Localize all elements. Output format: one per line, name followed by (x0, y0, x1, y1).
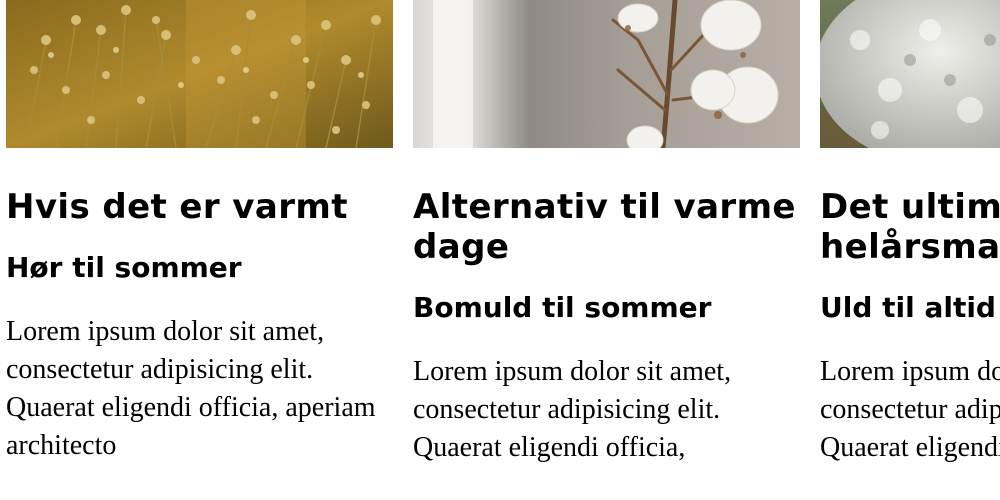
card-subtitle: Hør til sommer (6, 251, 242, 284)
page: Hvis det er varmt Hør til sommer Lorem i… (0, 0, 1000, 500)
cotton-branch-photo (413, 0, 800, 148)
card-subtitle: Uld til altid (820, 291, 996, 324)
card-cotton: Alternativ til varme dage Bomuld til som… (413, 0, 800, 467)
card-wool: Det ultimative helårsmateriale Uld til a… (820, 0, 1000, 467)
card-title: Det ultimative helårsmateriale (820, 187, 1000, 267)
flax-flowers-photo (6, 0, 393, 148)
card-row: Hvis det er varmt Hør til sommer Lorem i… (6, 0, 1000, 467)
card-body: Lorem ipsum dolor sit amet, consectetur … (820, 356, 1000, 463)
card-title: Hvis det er varmt (6, 187, 348, 227)
sheep-wool-photo (820, 0, 1000, 148)
card-flax: Hvis det er varmt Hør til sommer Lorem i… (6, 0, 393, 467)
card-body: Lorem ipsum dolor sit amet, consectetur … (413, 356, 732, 463)
card-subtitle: Bomuld til sommer (413, 291, 712, 324)
card-title: Alternativ til varme dage (413, 187, 796, 267)
card-body: Lorem ipsum dolor sit amet, consectetur … (6, 316, 376, 461)
